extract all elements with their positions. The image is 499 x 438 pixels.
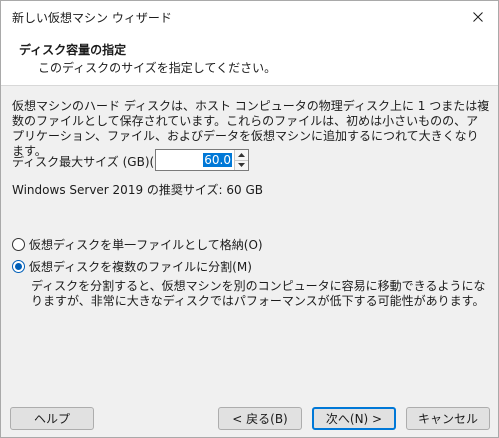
close-button[interactable]: [468, 7, 488, 27]
back-button[interactable]: < 戻る(B): [218, 407, 302, 430]
spin-down-button[interactable]: [235, 159, 248, 170]
radio-split-files[interactable]: 仮想ディスクを複数のファイルに分割(M): [12, 258, 252, 275]
next-button[interactable]: 次へ(N) >: [312, 407, 396, 430]
page-subtitle: このディスクのサイズを指定してください。: [38, 61, 277, 75]
spin-buttons: [234, 150, 248, 170]
disk-size-input[interactable]: 60.0: [156, 150, 234, 170]
radio-split-label: 仮想ディスクを複数のファイルに分割(M): [29, 260, 252, 274]
cancel-button[interactable]: キャンセル: [406, 407, 490, 430]
radio-single-indicator[interactable]: [12, 238, 25, 251]
wizard-header: ディスク容量の指定 このディスクのサイズを指定してください。: [1, 33, 498, 86]
disk-size-label: ディスク最大サイズ (GB)(S):: [12, 155, 171, 169]
spin-up-icon: [238, 152, 245, 157]
wizard-window: 新しい仮想マシン ウィザード ディスク容量の指定 このディスクのサイズを指定して…: [0, 0, 499, 438]
close-icon: [473, 12, 483, 22]
radio-single-label: 仮想ディスクを単一ファイルとして格納(O): [29, 238, 263, 252]
radio-single-file[interactable]: 仮想ディスクを単一ファイルとして格納(O): [12, 236, 263, 253]
window-title: 新しい仮想マシン ウィザード: [12, 11, 172, 25]
spin-up-button[interactable]: [235, 150, 248, 160]
disk-description: 仮想マシンのハード ディスクは、ホスト コンピュータの物理ディスク上に 1 つま…: [12, 99, 490, 158]
disk-size-stepper[interactable]: 60.0: [155, 149, 249, 171]
help-button[interactable]: ヘルプ: [10, 407, 94, 430]
wizard-content: 仮想マシンのハード ディスクは、ホスト コンピュータの物理ディスク上に 1 つま…: [1, 87, 498, 392]
split-description: ディスクを分割すると、仮想マシンを別のコンピュータに容易に移動できるようになりま…: [31, 279, 486, 308]
recommended-size: Windows Server 2019 の推奨サイズ: 60 GB: [12, 183, 264, 197]
disk-size-value: 60.0: [203, 153, 232, 167]
page-title: ディスク容量の指定: [19, 43, 127, 57]
radio-split-indicator[interactable]: [12, 260, 25, 273]
spin-down-icon: [238, 163, 245, 168]
title-bar: 新しい仮想マシン ウィザード: [1, 1, 498, 33]
wizard-footer: ヘルプ < 戻る(B) 次へ(N) > キャンセル: [1, 392, 498, 437]
